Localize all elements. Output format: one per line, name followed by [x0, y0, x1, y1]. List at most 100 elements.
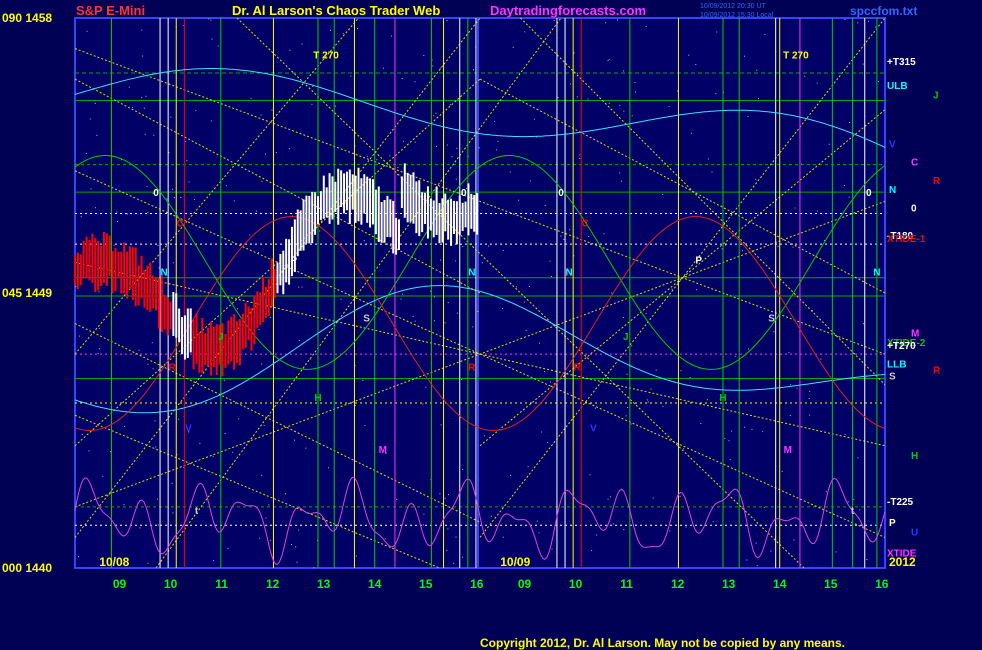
star-dot	[414, 320, 416, 322]
star-dot	[472, 326, 474, 328]
star-dot	[481, 262, 483, 264]
star-dot	[455, 536, 457, 538]
star-dot	[155, 446, 157, 448]
star-dot	[142, 55, 144, 57]
star-dot	[591, 550, 593, 552]
star-dot	[596, 534, 598, 536]
star-dot	[210, 120, 212, 122]
x-tick-label: 16	[470, 577, 484, 591]
star-dot	[157, 498, 158, 500]
star-dot	[178, 418, 180, 420]
star-dot	[172, 188, 174, 190]
x-tick-label: 15	[824, 577, 838, 591]
x-tick-label: 13	[722, 577, 736, 591]
star-dot	[444, 322, 446, 324]
star-dot	[363, 240, 365, 242]
star-dot	[792, 246, 794, 248]
plot-label: P	[290, 255, 297, 266]
star-dot	[269, 316, 271, 318]
star-dot	[650, 388, 652, 390]
star-dot	[89, 118, 91, 120]
star-dot	[724, 437, 726, 439]
star-dot	[683, 448, 684, 450]
star-dot	[623, 110, 625, 112]
star-dot	[550, 381, 551, 383]
plot-label: C	[177, 219, 184, 230]
star-dot	[627, 407, 629, 408]
star-dot	[742, 250, 743, 252]
star-dot	[676, 90, 678, 92]
plot-label: H	[719, 393, 726, 404]
star-dot	[433, 320, 435, 322]
star-dot	[298, 529, 300, 531]
star-dot	[449, 104, 451, 106]
star-dot	[446, 144, 448, 146]
star-dot	[212, 455, 214, 457]
star-dot	[224, 433, 226, 434]
star-dot	[402, 293, 403, 295]
y-tick-label: 045 1449	[2, 286, 52, 300]
star-dot	[269, 415, 271, 417]
star-dot	[579, 158, 581, 159]
star-dot	[447, 528, 449, 530]
x-tick-label: 11	[620, 577, 633, 591]
star-dot	[123, 504, 125, 506]
star-dot	[330, 29, 332, 31]
star-dot	[866, 559, 868, 560]
star-dot	[607, 60, 609, 62]
star-dot	[434, 296, 435, 298]
star-dot	[233, 200, 235, 202]
star-dot	[364, 425, 366, 426]
star-dot	[211, 38, 213, 40]
star-dot	[172, 512, 174, 514]
star-dot	[631, 115, 633, 117]
star-dot	[258, 329, 260, 331]
star-dot	[157, 244, 159, 246]
star-dot	[655, 369, 657, 371]
plot-label: 0	[866, 188, 872, 199]
star-dot	[170, 116, 172, 118]
star-dot	[157, 524, 159, 526]
star-dot	[138, 349, 140, 351]
star-dot	[116, 211, 118, 213]
x-tick-label: 14	[773, 577, 787, 591]
star-dot	[608, 58, 610, 60]
star-dot	[271, 109, 273, 111]
star-dot	[671, 288, 673, 290]
star-dot	[275, 152, 277, 153]
star-dot	[366, 155, 368, 157]
star-dot	[529, 180, 531, 182]
star-dot	[557, 96, 559, 98]
chaos-chart: 090 1458 045 1449 000 1440 09 10 11 12 13 14 15 16…	[0, 0, 982, 650]
instrument-label: S&P E-Mini	[76, 3, 145, 18]
star-dot	[552, 244, 554, 245]
plot-label: C	[582, 219, 589, 230]
star-dot	[711, 171, 713, 173]
star-dot	[440, 259, 442, 261]
star-dot	[128, 86, 130, 88]
star-dot	[755, 542, 757, 544]
star-dot	[751, 428, 753, 430]
star-dot	[98, 348, 100, 350]
plot-label: N	[160, 268, 167, 279]
right-label: +T315	[887, 57, 916, 68]
star-dot	[816, 210, 818, 212]
star-dot	[625, 415, 627, 417]
plot-label: M	[379, 445, 387, 456]
star-dot	[547, 442, 549, 443]
star-dot	[288, 148, 290, 150]
star-dot	[423, 55, 425, 56]
star-dot	[523, 301, 525, 303]
star-dot	[809, 414, 811, 416]
star-dot	[525, 329, 527, 331]
star-dot	[269, 539, 271, 541]
right-label: LLB	[887, 359, 906, 370]
star-dot	[403, 140, 404, 142]
star-dot	[453, 562, 455, 564]
star-dot	[265, 153, 266, 155]
site-link[interactable]: Daytradingforecasts.com	[490, 3, 646, 18]
star-dot	[147, 211, 149, 213]
star-dot	[312, 86, 314, 87]
star-dot	[141, 29, 143, 31]
plot-label: N	[565, 268, 572, 279]
